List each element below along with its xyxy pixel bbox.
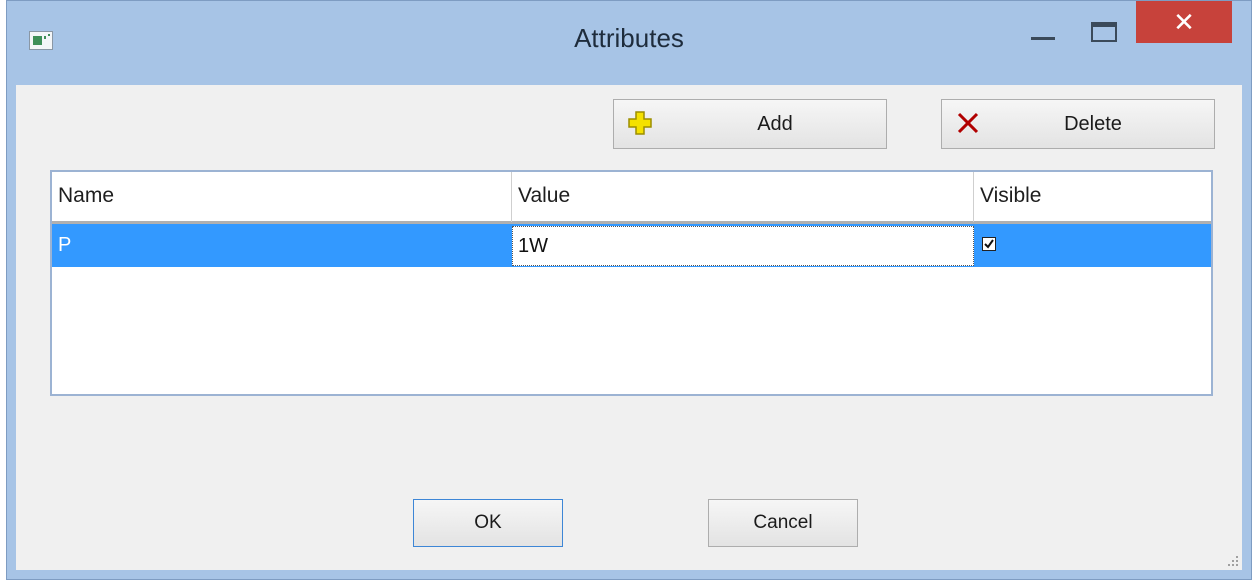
- attributes-table[interactable]: Name Value Visible P 1W: [50, 170, 1213, 396]
- cancel-button-label: Cancel: [753, 512, 813, 533]
- cancel-button[interactable]: Cancel: [708, 499, 858, 547]
- column-header-visible[interactable]: Visible: [974, 172, 1211, 222]
- table-header: Name Value Visible: [52, 172, 1211, 224]
- table-row[interactable]: P 1W: [52, 224, 1211, 267]
- value-cell-editor[interactable]: 1W: [512, 226, 974, 266]
- column-header-name[interactable]: Name: [52, 172, 512, 222]
- minimize-button[interactable]: [1031, 37, 1055, 40]
- delete-button[interactable]: Delete: [941, 99, 1215, 149]
- plus-icon: [628, 111, 652, 135]
- ok-button-label: OK: [474, 512, 502, 533]
- resize-grip-icon[interactable]: [1226, 554, 1240, 568]
- dialog-client-area: Add Delete Name Value Visible P 1W OK Ca…: [16, 85, 1242, 570]
- column-header-value[interactable]: Value: [512, 172, 974, 222]
- window-title: Attributes: [574, 23, 684, 53]
- name-cell[interactable]: P: [58, 224, 71, 267]
- add-button-label: Add: [757, 113, 793, 135]
- title-bar[interactable]: Attributes ✕: [7, 1, 1251, 85]
- checkmark-icon: [984, 239, 994, 249]
- visible-checkbox[interactable]: [982, 237, 996, 251]
- add-button[interactable]: Add: [613, 99, 887, 149]
- delete-button-label: Delete: [1064, 113, 1122, 135]
- close-icon: ✕: [1173, 7, 1195, 37]
- ok-button[interactable]: OK: [413, 499, 563, 547]
- attributes-dialog: Attributes ✕ Add Delete Name Value Visib…: [6, 0, 1252, 580]
- close-button[interactable]: ✕: [1136, 1, 1232, 43]
- maximize-button[interactable]: [1091, 22, 1117, 42]
